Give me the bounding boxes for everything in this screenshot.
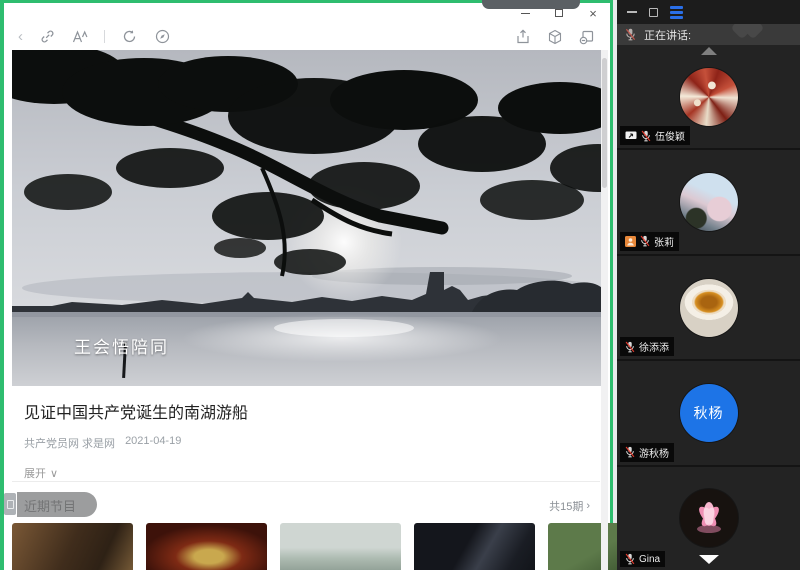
floating-annotation-pill[interactable] <box>17 492 97 517</box>
avatar <box>680 489 738 547</box>
close-icon: × <box>589 6 597 21</box>
cube-icon[interactable] <box>546 28 564 46</box>
scrollbar[interactable] <box>601 50 608 570</box>
lotus-flower <box>687 496 731 540</box>
article-sources: 共产党员网 求是网 <box>24 435 115 451</box>
minimize-icon <box>521 13 530 14</box>
episode-thumbnail[interactable] <box>414 523 535 570</box>
font-size-icon[interactable] <box>71 28 89 46</box>
share-page-icon[interactable] <box>514 28 532 46</box>
share-control-tab[interactable] <box>482 0 580 9</box>
divider <box>12 481 600 482</box>
participant-badge: 徐添添 <box>620 337 674 356</box>
expand-label: 展开 <box>24 465 46 481</box>
muted-mic-icon <box>625 446 635 458</box>
close-button[interactable]: × <box>582 5 604 21</box>
link-icon[interactable] <box>38 28 56 46</box>
maximize-icon <box>555 9 563 17</box>
chevron-right-icon: › <box>586 500 590 512</box>
muted-mic-icon <box>625 341 635 353</box>
meeting-titlebar <box>617 0 800 24</box>
speaking-bar: 正在讲话: <box>617 24 800 45</box>
expand-toggle[interactable]: 展开 ∨ <box>24 465 570 481</box>
avatar-initials: 秋杨 <box>694 403 724 423</box>
episode-thumbnail[interactable] <box>280 523 401 570</box>
video-player[interactable]: 王会悟陪同 <box>12 50 602 386</box>
screen-share-icon <box>625 131 637 141</box>
window-switch-icon[interactable] <box>578 28 596 46</box>
avatar <box>680 279 738 337</box>
panel-minimize-icon[interactable] <box>627 11 637 13</box>
participant-name: 张莉 <box>654 234 674 249</box>
scroll-down-icon[interactable] <box>699 555 719 564</box>
host-person-icon <box>625 236 636 247</box>
participant-tile[interactable]: 伍俊颖 <box>617 45 800 148</box>
participant-name: 伍俊颖 <box>655 128 685 143</box>
toolbar-divider <box>104 30 105 43</box>
episodes-total: 共15期 <box>549 498 583 514</box>
panel-menu-icon[interactable] <box>670 6 683 19</box>
episode-thumbnail[interactable] <box>146 523 267 570</box>
speaking-mic-icon <box>625 28 636 41</box>
participant-name: Gina <box>639 554 660 565</box>
muted-mic-icon <box>640 235 650 247</box>
episode-thumbnails <box>12 523 669 570</box>
article-title: 见证中国共产党诞生的南湖游船 <box>24 399 570 423</box>
participant-tile[interactable]: 张莉 <box>617 150 800 253</box>
participant-badge: 张莉 <box>620 232 679 251</box>
meeting-panel: 正在讲话: 伍俊颖 <box>617 0 800 570</box>
participant-name: 游秋杨 <box>639 445 669 460</box>
episodes-section-header: 近期节目 共15期 › <box>4 490 598 518</box>
panel-restore-icon[interactable] <box>649 8 658 17</box>
participant-name: 徐添添 <box>639 339 669 354</box>
chevron-down-icon: ∨ <box>50 467 58 480</box>
browser-toolbar: ‹ <box>4 23 610 50</box>
participant-badge: 伍俊颖 <box>620 126 690 145</box>
muted-mic-icon <box>641 130 651 142</box>
floating-grid-icon[interactable] <box>4 493 16 515</box>
article-info: 见证中国共产党诞生的南湖游船 共产党员网 求是网 2021-04-19 展开 ∨ <box>24 399 570 481</box>
scroll-up-icon[interactable] <box>701 47 717 55</box>
compass-icon[interactable] <box>153 28 171 46</box>
screen: × ‹ <box>0 0 800 570</box>
speaking-label: 正在讲话: <box>644 27 691 43</box>
avatar <box>680 68 738 126</box>
participant-list: 伍俊颖 张莉 <box>617 45 800 570</box>
participant-tile[interactable]: 秋杨 游秋杨 <box>617 361 800 464</box>
article-date: 2021-04-19 <box>125 435 181 451</box>
avatar: 秋杨 <box>680 384 738 442</box>
participant-tile[interactable]: Gina <box>617 467 800 570</box>
back-icon[interactable]: ‹ <box>18 29 23 44</box>
participant-tile[interactable]: 徐添添 <box>617 256 800 359</box>
episodes-total-link[interactable]: 共15期 › <box>549 498 590 514</box>
shared-browser-window: × ‹ <box>0 0 613 570</box>
muted-mic-icon <box>625 553 635 565</box>
episode-thumbnail[interactable] <box>12 523 133 570</box>
avatar <box>680 173 738 231</box>
refresh-icon[interactable] <box>120 28 138 46</box>
participant-badge: Gina <box>620 551 665 567</box>
video-subtitle: 王会悟陪同 <box>74 333 169 358</box>
participant-badge: 游秋杨 <box>620 443 674 462</box>
watermark-logo <box>739 24 761 36</box>
scrollbar-thumb[interactable] <box>602 58 607 188</box>
